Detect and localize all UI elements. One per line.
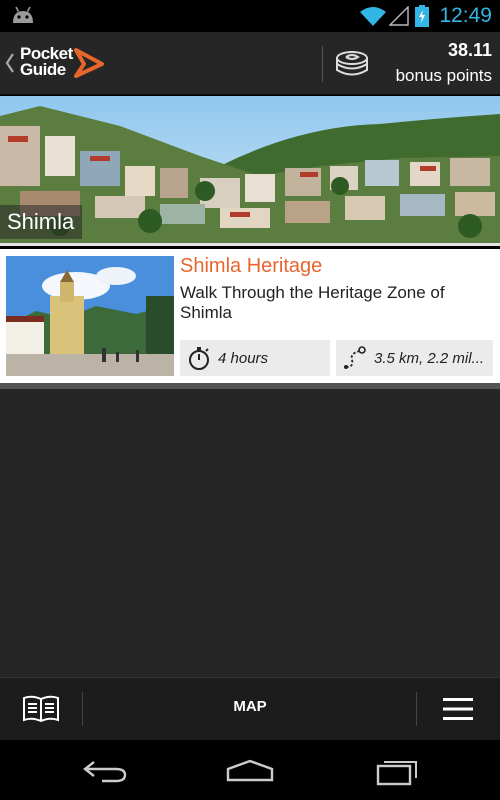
toolbar-divider-left (82, 692, 83, 726)
battery-charging-icon (415, 5, 430, 27)
wifi-icon (360, 7, 387, 26)
content-area (0, 389, 500, 677)
recent-apps-icon[interactable] (374, 756, 420, 786)
home-icon[interactable] (225, 758, 275, 784)
tour-card[interactable]: Shimla Heritage Walk Through the Heritag… (0, 249, 500, 383)
city-hero-image[interactable]: Shimla (0, 96, 500, 246)
bonus-points-label: bonus points (395, 66, 492, 85)
duration-text: 4 hours (218, 349, 269, 367)
status-time: 12:49 (439, 4, 492, 27)
signal-icon (389, 6, 410, 26)
android-icon (13, 6, 33, 23)
tour-title[interactable]: Shimla Heritage (180, 255, 322, 278)
system-nav-bar (0, 740, 500, 800)
guide-book-icon[interactable] (22, 694, 60, 724)
distance-text: 3.5 km, 2.2 mil... (374, 349, 485, 367)
city-name: Shimla (0, 205, 83, 239)
map-button[interactable]: MAP (200, 698, 300, 715)
logo-text: Pocket Guide (20, 45, 73, 79)
coins-icon (336, 51, 368, 76)
tour-thumbnail (6, 256, 174, 376)
back-icon[interactable] (82, 758, 128, 784)
bonus-points-value: 38.11 (447, 40, 492, 60)
route-icon (344, 346, 366, 369)
logo-line-2: Guide (20, 60, 66, 79)
back-chevron-icon[interactable] (5, 50, 15, 76)
tour-duration: 4 hours (180, 340, 330, 376)
logo-arrow-icon (74, 48, 104, 78)
pocket-guide-logo[interactable]: Pocket Guide (20, 45, 110, 82)
bottom-toolbar: MAP (0, 677, 500, 740)
menu-icon[interactable] (443, 698, 473, 720)
status-bar: 12:49 (0, 0, 500, 32)
tour-distance: 3.5 km, 2.2 mil... (336, 340, 493, 376)
stopwatch-icon (189, 347, 209, 370)
header-divider (322, 46, 323, 82)
app-header: Pocket Guide 38.11 bonus points (0, 32, 500, 95)
toolbar-divider-right (416, 692, 417, 726)
tour-description: Walk Through the Heritage Zone of Shimla (180, 283, 445, 322)
